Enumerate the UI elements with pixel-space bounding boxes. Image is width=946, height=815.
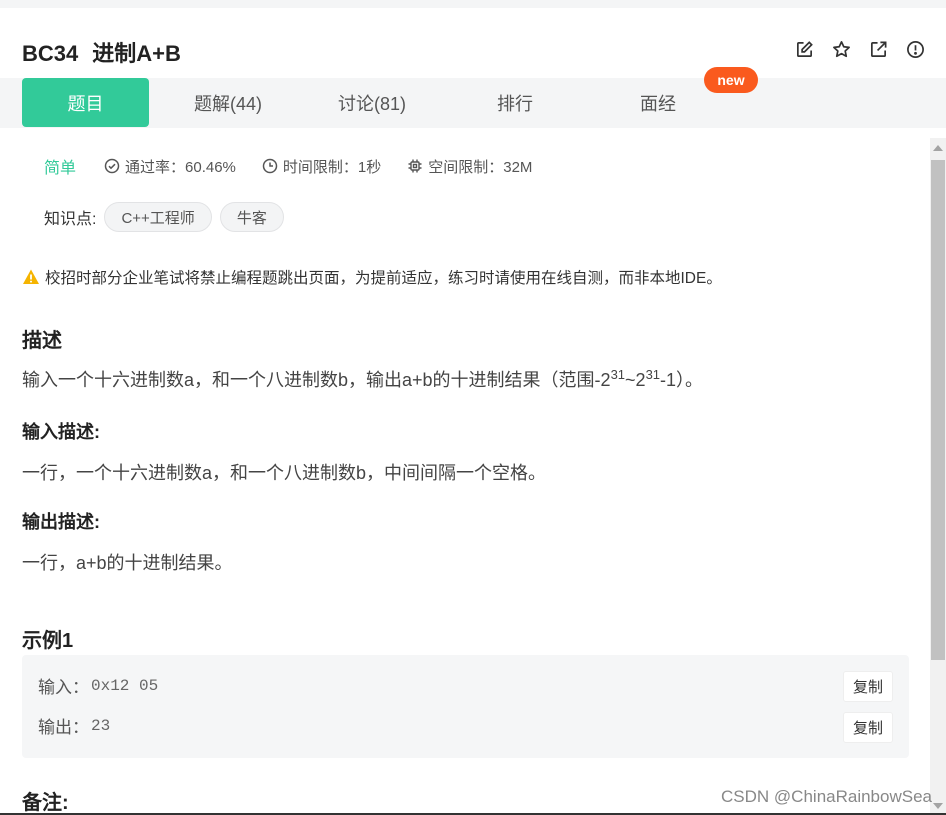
tab-solutions[interactable]: 题解(44) xyxy=(163,78,293,127)
tab-interview[interactable]: 面经 xyxy=(593,78,723,127)
output-value: 23 xyxy=(91,716,111,735)
copy-output-button[interactable]: 复制 xyxy=(843,712,893,743)
problem-header: BC34 进制A+B xyxy=(0,8,946,78)
header-toolbar xyxy=(793,38,926,60)
input-label: 输入： xyxy=(38,678,89,697)
desc-part: ~2 xyxy=(625,370,646,390)
tab-label: 面经 xyxy=(640,93,676,114)
page-title: BC34 进制A+B xyxy=(22,36,181,68)
tab-ranking[interactable]: 排行 xyxy=(450,78,580,127)
time-limit: 时间限制：1秒 xyxy=(262,156,381,177)
new-badge: new xyxy=(704,67,758,93)
tab-bar: 题目 题解(44) 讨论(81) 排行 面经 new xyxy=(0,67,946,128)
input-desc-text: 一行，一个十六进制数a，和一个八进制数b，中间间隔一个空格。 xyxy=(22,463,547,483)
tag-nowcoder[interactable]: 牛客 xyxy=(219,202,284,232)
scroll-thumb[interactable] xyxy=(931,160,945,660)
example-heading: 示例1 xyxy=(22,630,74,652)
check-circle-icon xyxy=(104,158,120,174)
info-icon[interactable] xyxy=(904,38,926,60)
space-limit-text: 空间限制：32M xyxy=(428,158,533,176)
tab-discussion[interactable]: 讨论(81) xyxy=(307,78,437,127)
edit-icon[interactable] xyxy=(793,38,815,60)
output-desc-heading: 输出描述: xyxy=(22,512,100,532)
tab-label: 题解(44) xyxy=(193,93,262,114)
chip-icon xyxy=(408,159,422,173)
copy-input-button[interactable]: 复制 xyxy=(843,671,893,702)
star-icon[interactable] xyxy=(830,38,852,60)
scroll-down-arrow[interactable] xyxy=(933,803,943,809)
time-limit-text: 时间限制：1秒 xyxy=(282,158,382,176)
knowledge-label: 知识点: xyxy=(44,211,97,228)
problem-name: 进制A+B xyxy=(92,41,181,66)
problem-code: BC34 xyxy=(22,41,79,66)
warning-icon xyxy=(23,269,39,284)
tab-label: 题目 xyxy=(67,93,104,114)
problem-meta: 简单 通过率：60.46% 时间限制：1秒 空间限制：32M xyxy=(44,154,558,178)
watermark: CSDN @ChinaRainbowSea xyxy=(721,787,932,806)
problem-page: BC34 进制A+B 题目 题解(44) 讨论(81) 排行 面经 new 简单 xyxy=(0,8,946,815)
desc-exponent: 31 xyxy=(645,367,661,382)
clock-icon xyxy=(262,158,278,174)
output-desc-text: 一行，a+b的十进制结果。 xyxy=(22,553,233,573)
difficulty-level: 简单 xyxy=(44,160,77,177)
desc-part: 输入一个十六进制数a，和一个八进制数b，输出a+b的十进制结果（范围-2 xyxy=(22,370,611,390)
description-text: 输入一个十六进制数a，和一个八进制数b，输出a+b的十进制结果（范围-231~2… xyxy=(22,366,703,392)
input-desc-heading: 输入描述: xyxy=(22,422,100,442)
output-label: 输出： xyxy=(38,718,89,737)
space-limit: 空间限制：32M xyxy=(407,156,532,177)
desc-exponent: 31 xyxy=(610,367,626,382)
knowledge-points: 知识点: C++工程师 牛客 xyxy=(44,202,284,232)
warning-text: 校招时部分企业笔试将禁止编程题跳出页面，为提前适应，练习时请使用在线自测，而非本… xyxy=(45,270,722,287)
scroll-up-arrow[interactable] xyxy=(933,145,943,151)
description-heading: 描述 xyxy=(22,330,62,352)
external-link-icon[interactable] xyxy=(867,38,889,60)
desc-part: -1）。 xyxy=(660,370,704,390)
example-output: 输出： 23 xyxy=(38,713,110,738)
problem-content: 简单 通过率：60.46% 时间限制：1秒 空间限制：32M 知识点: C++工… xyxy=(0,128,930,815)
input-value: 0x12 05 xyxy=(91,676,159,695)
tag-cpp-engineer[interactable]: C++工程师 xyxy=(104,202,212,232)
pass-rate: 通过率：60.46% xyxy=(104,156,236,177)
example-input: 输入： 0x12 05 xyxy=(38,673,158,698)
example-box: 输入： 0x12 05 复制 输出： 23 复制 xyxy=(22,655,909,758)
tab-problem[interactable]: 题目 xyxy=(22,78,149,127)
warning-notice: 校招时部分企业笔试将禁止编程题跳出页面，为提前适应，练习时请使用在线自测，而非本… xyxy=(22,266,722,288)
tab-label: 讨论(81) xyxy=(337,93,406,114)
notes-heading: 备注: xyxy=(22,792,69,814)
tab-label: 排行 xyxy=(497,93,533,114)
pass-rate-text: 通过率：60.46% xyxy=(125,158,236,176)
scrollbar[interactable] xyxy=(930,138,946,815)
